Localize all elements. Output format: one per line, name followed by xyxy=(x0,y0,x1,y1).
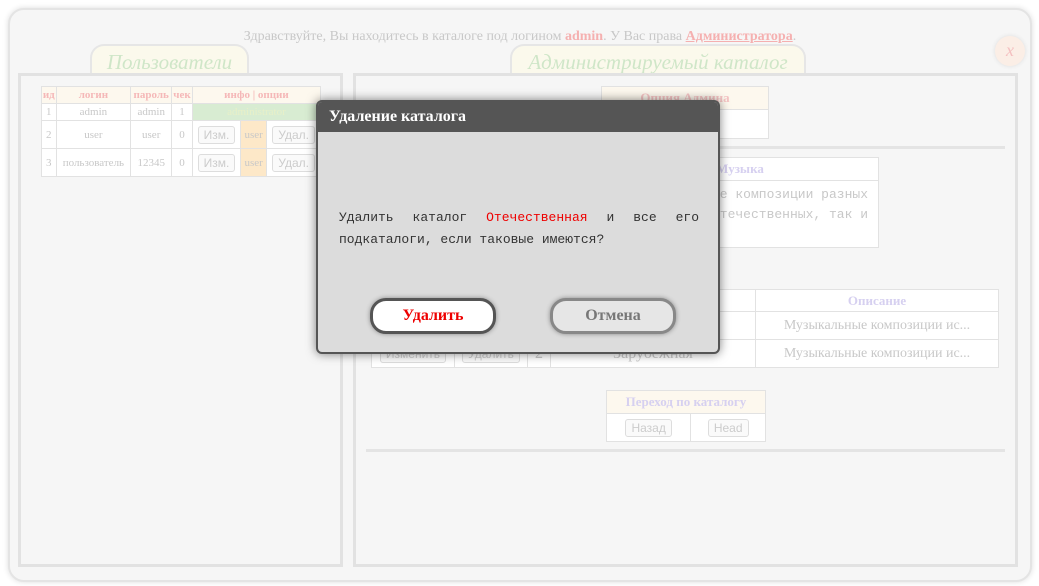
cell: user xyxy=(55,120,132,149)
cell: Музыкальные композиции ис... xyxy=(755,339,999,368)
cell: 2 xyxy=(41,120,57,149)
users-table: ид логин пароль чек инфо | опции 1 admin admin… xyxy=(41,86,322,177)
cell: admin xyxy=(55,103,132,121)
role-link[interactable]: Администратора xyxy=(686,29,793,44)
dialog-title: Удаление каталога xyxy=(318,102,718,132)
tab-users[interactable]: Пользователи xyxy=(90,44,249,76)
col-id: ид xyxy=(41,86,57,104)
col-password: пароль xyxy=(130,86,173,104)
cell: 3 xyxy=(41,148,57,177)
role-badge: user xyxy=(239,148,268,177)
cell: 0 xyxy=(171,120,193,149)
users-panel: ид логин пароль чек инфо | опции 1 admin admin… xyxy=(18,73,343,567)
col-login: логин xyxy=(55,86,132,104)
cell: пользователь xyxy=(55,148,132,177)
divider xyxy=(366,449,1005,452)
role-badge: user xyxy=(239,120,268,149)
edit-user-button[interactable]: Изм. xyxy=(197,153,236,172)
col-check: чек xyxy=(171,86,193,104)
cell: 1 xyxy=(171,103,193,121)
cancel-button[interactable]: Отмена xyxy=(550,298,676,334)
col-info: инфо | опции xyxy=(191,86,322,104)
delete-user-button[interactable]: Удал. xyxy=(272,153,315,172)
nav-title: Переход по каталогу xyxy=(606,390,766,414)
cell: 1 xyxy=(41,103,57,121)
cell: 0 xyxy=(171,148,193,177)
delete-user-button[interactable]: Удал. xyxy=(272,125,315,144)
greeting-text: Здравствуйте, Вы находитесь в каталоге п… xyxy=(243,29,565,44)
back-button[interactable]: Назад xyxy=(625,418,672,437)
nav-table: Переход по каталогу Назад Head xyxy=(605,390,766,442)
catalog-name: Отечественная xyxy=(486,210,588,225)
dialog-message: Удалить каталог Отечественная и все его … xyxy=(339,207,699,251)
cell: admin xyxy=(130,103,173,121)
cell: 12345 xyxy=(130,148,173,177)
delete-catalog-dialog: Удаление каталога Удалить каталог Отечес… xyxy=(316,100,720,354)
table-row: 2 user user 0 Изм. user Удал. xyxy=(41,120,321,149)
confirm-delete-button[interactable]: Удалить xyxy=(370,298,496,334)
message-text: Удалить каталог xyxy=(339,210,487,225)
close-button[interactable]: x xyxy=(995,36,1025,66)
tab-catalog[interactable]: Администрируемый каталог xyxy=(510,44,806,76)
cell: user xyxy=(130,120,173,149)
cell: Музыкальные композиции ис... xyxy=(755,311,999,340)
col-description: Описание xyxy=(755,289,999,312)
greeting: Здравствуйте, Вы находитесь в каталоге п… xyxy=(10,29,1030,45)
head-button[interactable]: Head xyxy=(707,418,749,437)
edit-user-button[interactable]: Изм. xyxy=(197,125,236,144)
login-name: admin xyxy=(564,29,604,44)
greeting-text: . У Вас права xyxy=(603,29,686,44)
greeting-text: . xyxy=(792,29,797,44)
table-row: 1 admin admin 1 administrator xyxy=(41,103,322,121)
role-badge: administrator xyxy=(191,103,322,121)
table-row: 3 пользователь 12345 0 Изм. user Удал. xyxy=(41,148,321,177)
